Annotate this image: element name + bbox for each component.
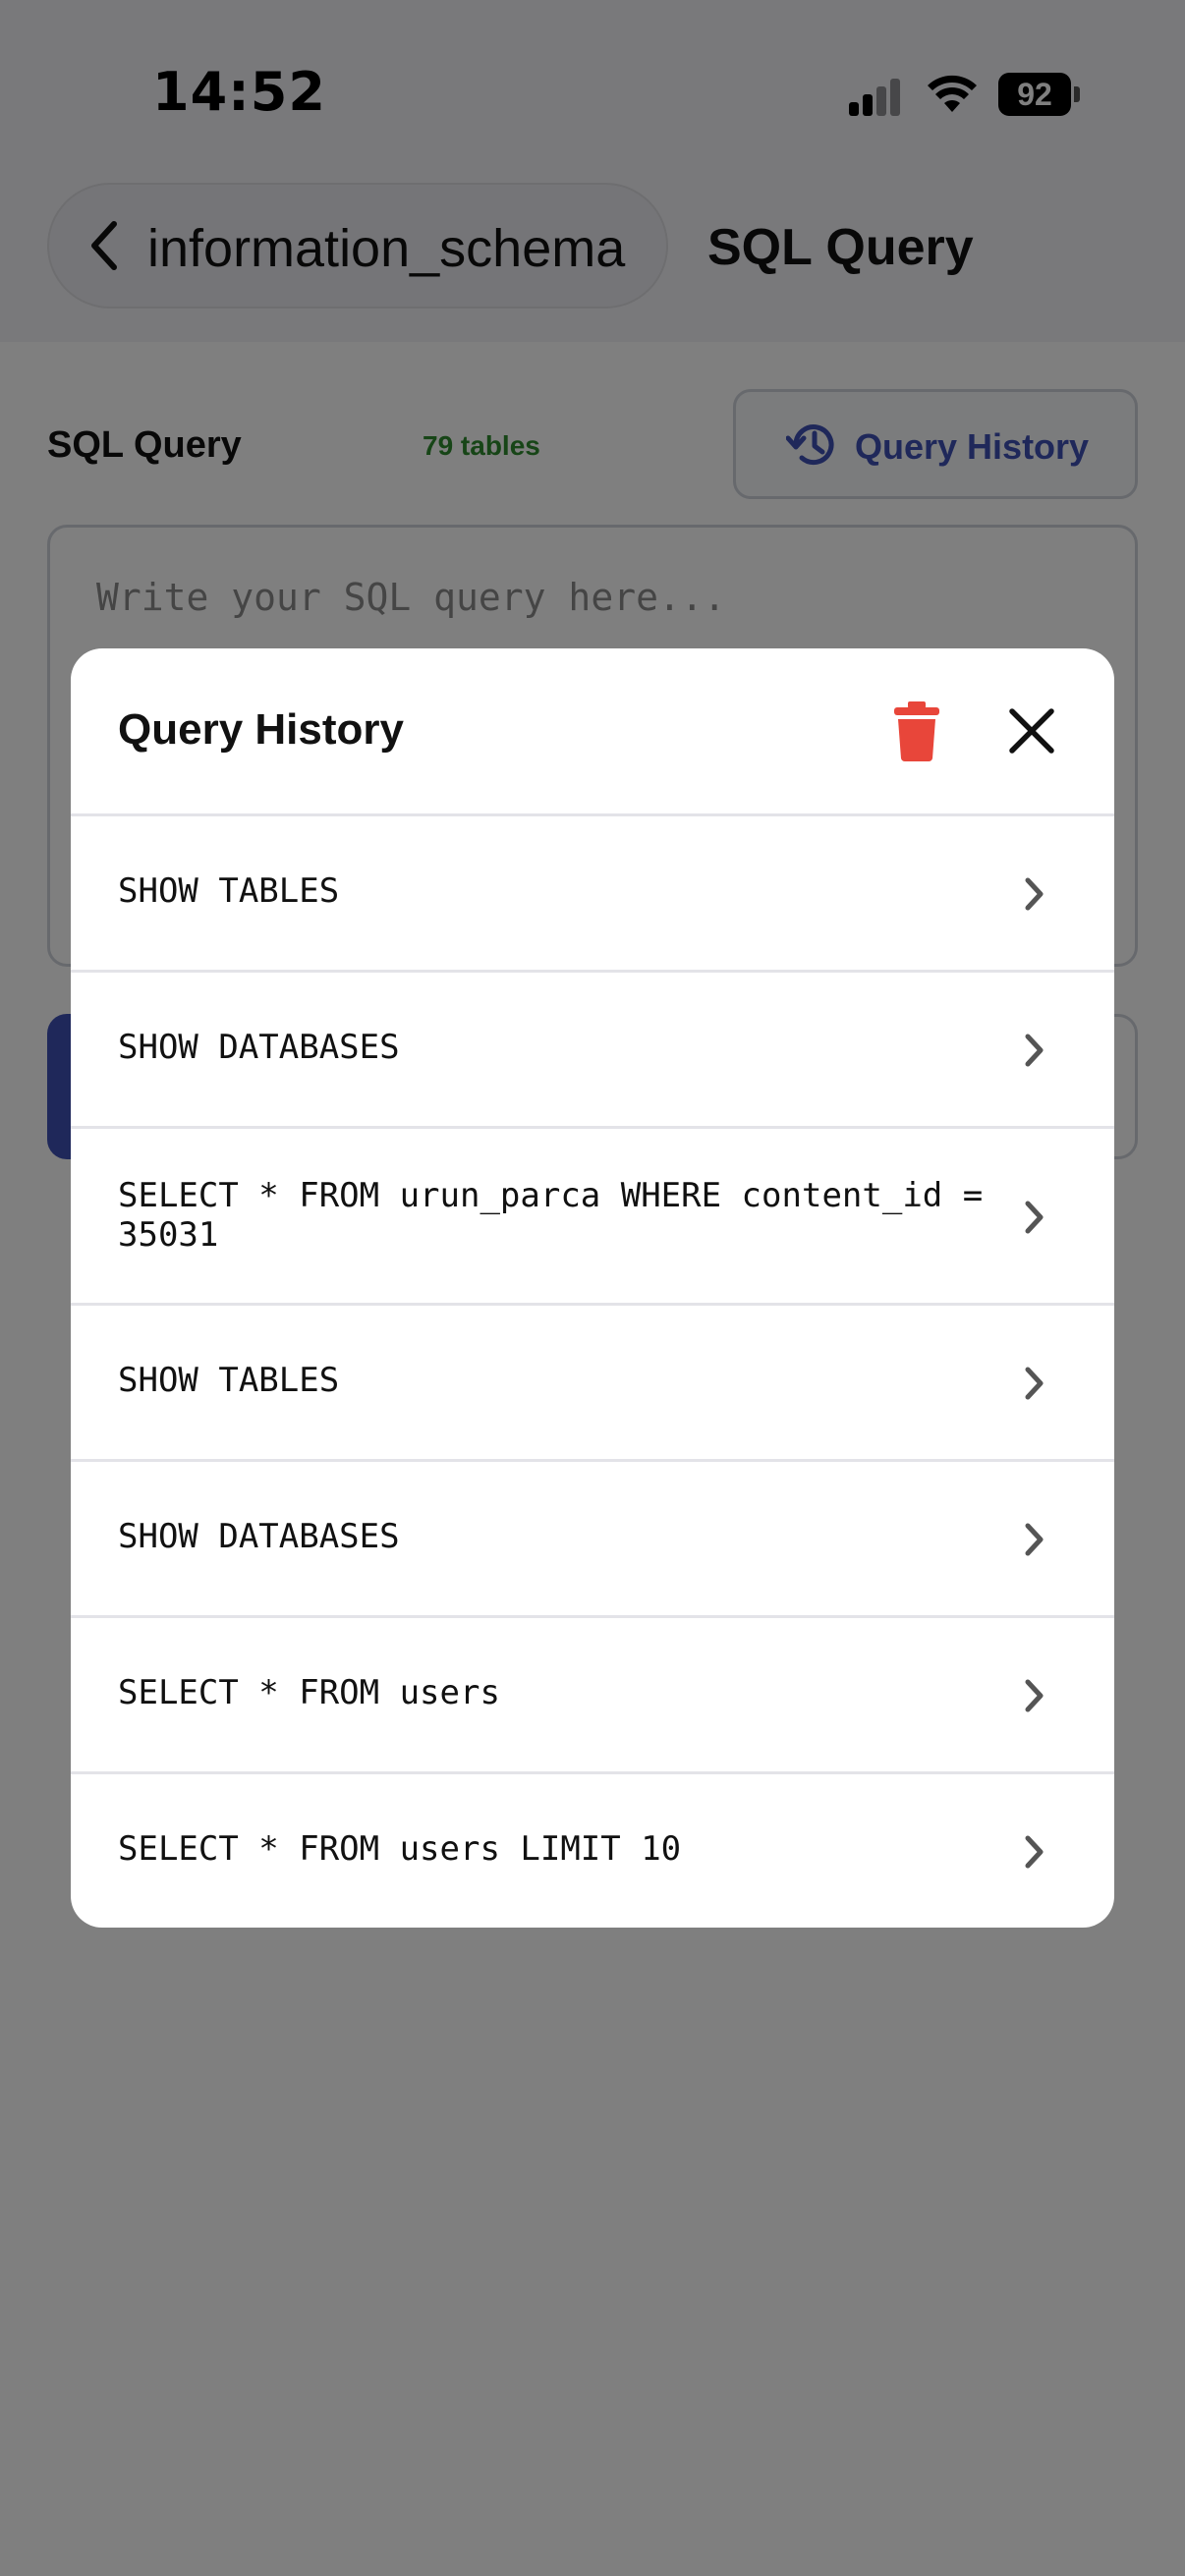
history-item-query: SHOW DATABASES — [118, 1517, 400, 1556]
chevron-right-icon — [1025, 877, 1044, 911]
history-item[interactable]: SHOW DATABASES — [71, 1462, 1114, 1618]
chevron-right-icon — [1025, 1201, 1044, 1234]
chevron-right-icon — [1025, 1367, 1044, 1400]
history-item[interactable]: SELECT * FROM urun_parca WHERE content_i… — [71, 1129, 1114, 1306]
history-item-query: SELECT * FROM users — [118, 1673, 500, 1712]
history-item-query: SHOW TABLES — [118, 871, 340, 911]
chevron-right-icon — [1025, 1034, 1044, 1067]
modal-title: Query History — [118, 705, 404, 754]
history-item[interactable]: SHOW DATABASES — [71, 973, 1114, 1129]
query-history-modal: Query History SHOW TABLES SHOW DATABASES… — [71, 648, 1114, 1928]
history-item[interactable]: SHOW TABLES — [71, 1306, 1114, 1462]
history-item-query: SHOW TABLES — [118, 1361, 340, 1400]
history-item[interactable]: SELECT * FROM users — [71, 1618, 1114, 1774]
history-list: SHOW TABLES SHOW DATABASES SELECT * FROM… — [71, 816, 1114, 1928]
history-item[interactable]: SELECT * FROM users LIMIT 10 — [71, 1774, 1114, 1928]
chevron-right-icon — [1025, 1523, 1044, 1556]
trash-icon[interactable] — [890, 700, 943, 762]
history-item-query: SELECT * FROM users LIMIT 10 — [118, 1829, 682, 1869]
close-icon[interactable] — [1004, 703, 1059, 758]
chevron-right-icon — [1025, 1679, 1044, 1712]
chevron-right-icon — [1025, 1835, 1044, 1869]
history-item-query: SHOW DATABASES — [118, 1028, 400, 1067]
history-item-query: SELECT * FROM urun_parca WHERE content_i… — [118, 1176, 984, 1255]
history-item[interactable]: SHOW TABLES — [71, 816, 1114, 973]
